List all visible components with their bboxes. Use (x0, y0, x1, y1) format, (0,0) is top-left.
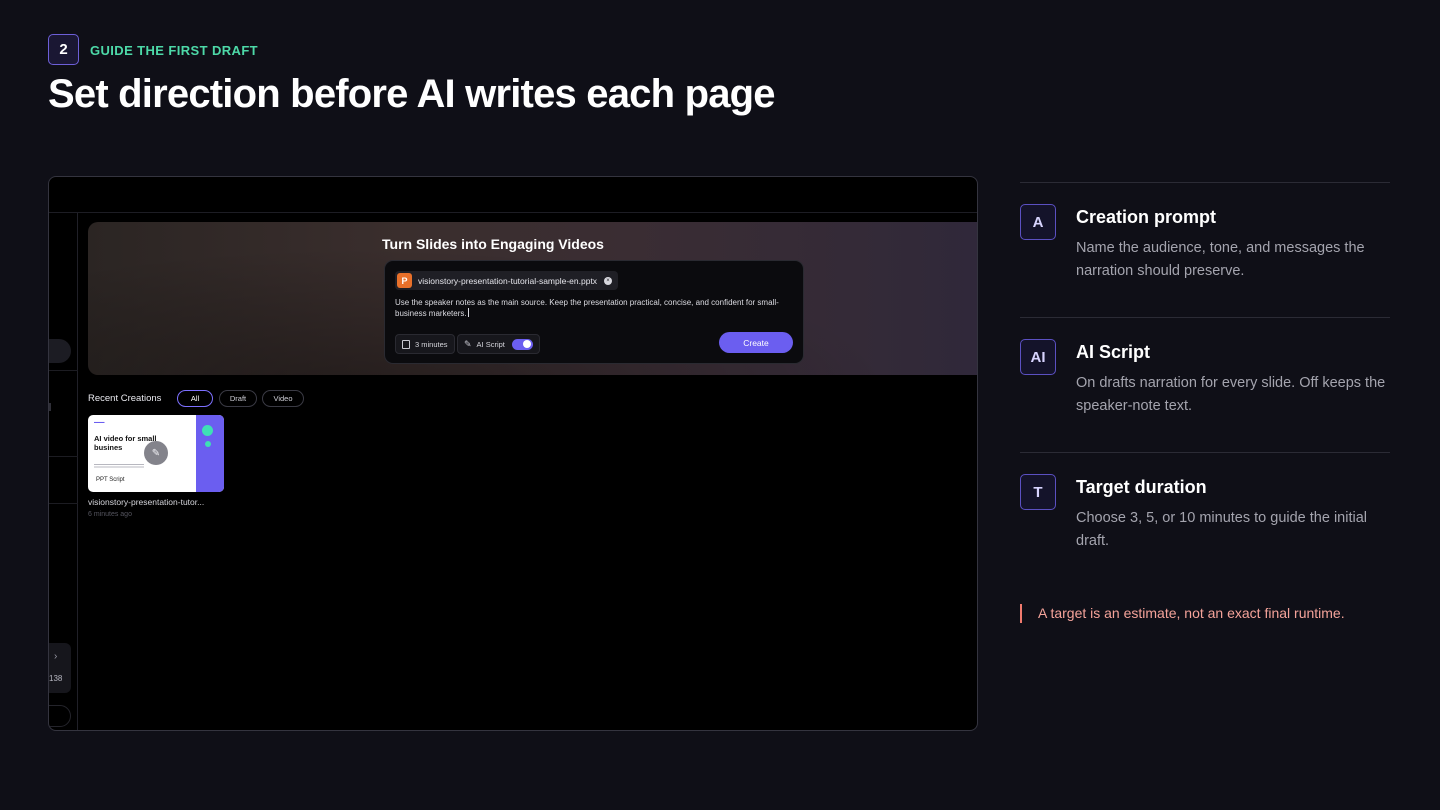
creation-thumbnail[interactable]: ▬▬▬ AI video for small busines PPT Scrip… (88, 415, 224, 492)
sidebar-avatar-button[interactable] (49, 705, 71, 727)
filter-draft[interactable]: Draft (219, 390, 257, 407)
feature-badge: A (1020, 204, 1056, 240)
callout-note: A target is an estimate, not an exact fi… (1020, 604, 1345, 623)
hero-title: Turn Slides into Engaging Videos (382, 236, 604, 252)
ai-script-label: AI Script (476, 339, 505, 349)
sidebar-marker (49, 403, 51, 411)
creation-name[interactable]: visionstory-presentation-tutor... (88, 497, 228, 507)
sidebar-nav-pill[interactable] (49, 339, 71, 363)
feature-title: Creation prompt (1076, 207, 1217, 227)
app-topbar (49, 177, 977, 213)
feature-badge: T (1020, 474, 1056, 510)
feature-badge: AI (1020, 339, 1056, 375)
page-title: Set direction before AI writes each page (48, 72, 776, 116)
sidebar-divider (49, 370, 78, 371)
thumbnail-subtitle: PPT Script (96, 477, 125, 483)
creation-time: 6 minutes ago (88, 511, 132, 518)
hero-banner: Turn Slides into Engaging Videos P visio… (88, 222, 977, 375)
attached-file-name: visionstory-presentation-tutorial-sample… (418, 275, 598, 286)
duration-doc-icon (402, 339, 410, 349)
feature-description: Choose 3, 5, or 10 minutes to guide the … (1076, 510, 1367, 549)
thumbnail-body-lines (94, 464, 144, 469)
section-eyebrow: GUIDE THE FIRST DRAFT (90, 43, 259, 58)
feature-creation-prompt: A Creation prompt Name the audience, ton… (1020, 182, 1390, 279)
text-caret (467, 308, 469, 317)
feature-title: AI Script (1076, 342, 1151, 362)
thumbnail-dot (205, 441, 211, 447)
sidebar-divider (49, 456, 78, 457)
attached-file-chip[interactable]: P visionstory-presentation-tutorial-samp… (395, 271, 619, 290)
app-screenshot: › 138 ▣ Turn Slides into Engaging Videos… (48, 176, 978, 731)
ai-pen-icon: ✎ (464, 338, 472, 349)
credits-count: 138 (49, 674, 63, 683)
sidebar-divider (49, 503, 78, 504)
prompt-input[interactable]: Use the speaker notes as the main source… (395, 297, 790, 319)
step-number-badge: 2 (48, 34, 79, 65)
duration-selector[interactable]: 3 minutes (395, 334, 455, 354)
feature-title: Target duration (1076, 477, 1207, 497)
thumbnail-tag: ▬▬▬ (94, 420, 105, 424)
powerpoint-file-icon: P (397, 273, 412, 288)
duration-label: 3 minutes (415, 339, 448, 349)
ai-script-toggle[interactable] (511, 338, 533, 350)
feature-ai-script: AI AI Script On drafts narration for eve… (1020, 317, 1390, 414)
filter-all[interactable]: All (177, 390, 213, 407)
sidebar-rail: › 138 ▣ (49, 213, 78, 730)
create-button[interactable]: Create (719, 332, 793, 353)
prompt-text: Use the speaker notes as the main source… (395, 298, 779, 318)
creation-prompt-box[interactable]: P visionstory-presentation-tutorial-samp… (384, 260, 804, 364)
slide-page: 2 GUIDE THE FIRST DRAFT Set direction be… (0, 0, 1440, 810)
edit-icon[interactable]: ✎ (144, 441, 168, 465)
feature-description: Name the audience, tone, and messages th… (1076, 240, 1365, 279)
ai-script-control[interactable]: ✎ AI Script (457, 334, 540, 354)
filter-video[interactable]: Video (262, 390, 304, 407)
sidebar-credits-card[interactable]: › 138 (49, 643, 71, 693)
recent-creations-heading: Recent Creations (88, 393, 162, 404)
feature-description: On drafts narration for every slide. Off… (1076, 375, 1386, 414)
thumbnail-dot (202, 425, 213, 436)
remove-file-icon[interactable]: × (604, 276, 613, 285)
chevron-right-icon[interactable]: › (54, 651, 57, 662)
feature-target-duration: T Target duration Choose 3, 5, or 10 min… (1020, 452, 1390, 549)
